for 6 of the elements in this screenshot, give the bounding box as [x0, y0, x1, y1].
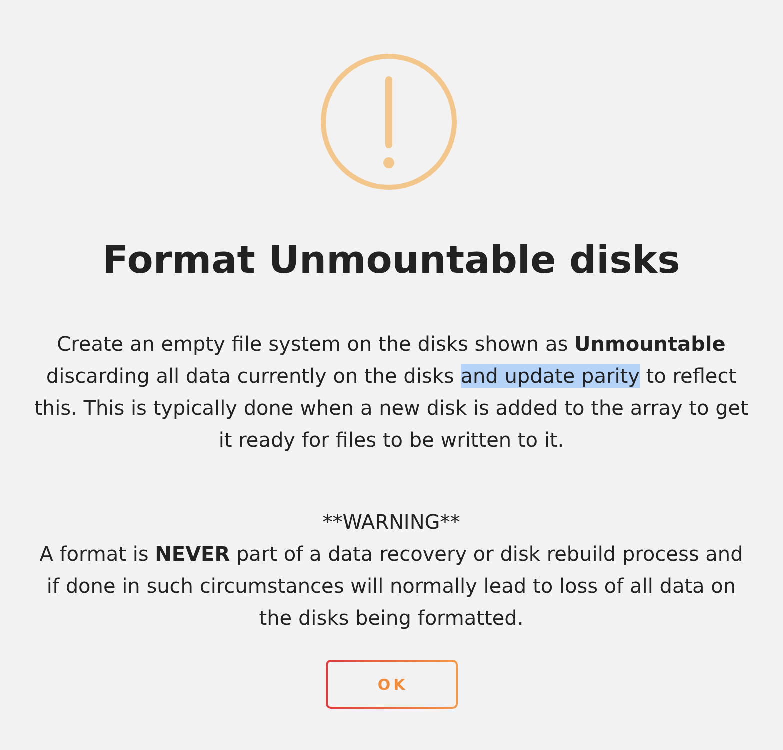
description-text: Create an empty file system on the disks shown as Unmountable discarding all data currently on the disks and update parity to reflect this. This is typically done when a new disk is added to the array to get it ready for files to be written to it. — [34, 331, 750, 454]
ok-button[interactable]: OK — [326, 660, 458, 709]
warning-text: A format is NEVER part of a data recovery or disk rebuild process and if done in such circumstances will normally lead to loss of all data on the disks being formatted. — [38, 541, 744, 632]
warning-heading: **WARNING** — [322, 509, 460, 536]
warning-icon — [319, 52, 459, 192]
dialog-title: Format Unmountable disks — [102, 237, 680, 284]
